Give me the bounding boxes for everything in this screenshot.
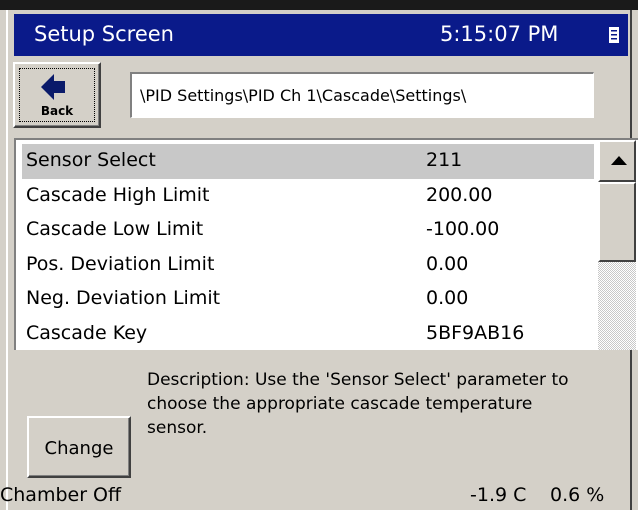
list-item[interactable]: Cascade Key 5BF9AB16 — [22, 317, 594, 352]
parameter-label: Cascade High Limit — [26, 183, 210, 206]
left-arrow-icon — [41, 74, 67, 104]
top-edge — [0, 0, 638, 10]
parameter-label: Pos. Deviation Limit — [26, 252, 215, 275]
path-text: \PID Settings\PID Ch 1\Cascade\Settings\ — [140, 86, 467, 105]
up-arrow-icon — [611, 156, 627, 165]
list-item[interactable]: Neg. Deviation Limit 0.00 — [22, 282, 594, 317]
parameter-label: Neg. Deviation Limit — [26, 287, 221, 309]
list-item[interactable]: Sensor Select 211 — [22, 144, 594, 179]
parameter-value: 0.00 — [426, 252, 469, 275]
back-label: Back — [40, 104, 74, 118]
parameter-value: 5BF9AB16 — [426, 321, 525, 344]
back-button[interactable]: Back — [13, 62, 101, 128]
chamber-status: Chamber Off — [0, 484, 122, 506]
clock: 5:15:07 PM — [440, 22, 559, 46]
scroll-thumb[interactable] — [598, 182, 636, 262]
description-text: Description: Use the 'Sensor Select' par… — [147, 370, 569, 438]
list-item[interactable]: Pos. Deviation Limit 0.00 — [22, 248, 594, 283]
page-title: Setup Screen — [34, 22, 174, 46]
list-item[interactable]: Cascade Low Limit -100.00 — [22, 213, 594, 248]
temperature-readout: -1.9 C — [470, 484, 527, 506]
parameter-value: 211 — [426, 149, 463, 171]
parameter-value: -100.00 — [426, 218, 500, 240]
parameter-label: Sensor Select — [26, 149, 156, 171]
document-icon[interactable] — [608, 26, 620, 44]
parameter-label: Cascade Key — [26, 321, 148, 344]
title-bar: Setup Screen 5:15:07 PM — [14, 14, 628, 56]
parameter-label: Cascade Low Limit — [26, 218, 204, 240]
scrollbar[interactable] — [598, 140, 636, 350]
parameter-rows: Sensor Select 211 Cascade High Limit 200… — [22, 144, 594, 351]
parameter-value: 0.00 — [426, 287, 469, 309]
change-button[interactable]: Change — [27, 416, 131, 478]
parameter-value: 200.00 — [426, 183, 493, 206]
parameter-list[interactable]: Sensor Select 211 Cascade High Limit 200… — [14, 138, 638, 350]
list-item[interactable]: Cascade High Limit 200.00 — [22, 179, 594, 214]
scroll-up-button[interactable] — [598, 140, 636, 182]
percent-readout: 0.6 % — [550, 484, 605, 506]
change-label: Change — [44, 438, 114, 459]
path-field[interactable]: \PID Settings\PID Ch 1\Cascade\Settings\ — [130, 72, 594, 118]
